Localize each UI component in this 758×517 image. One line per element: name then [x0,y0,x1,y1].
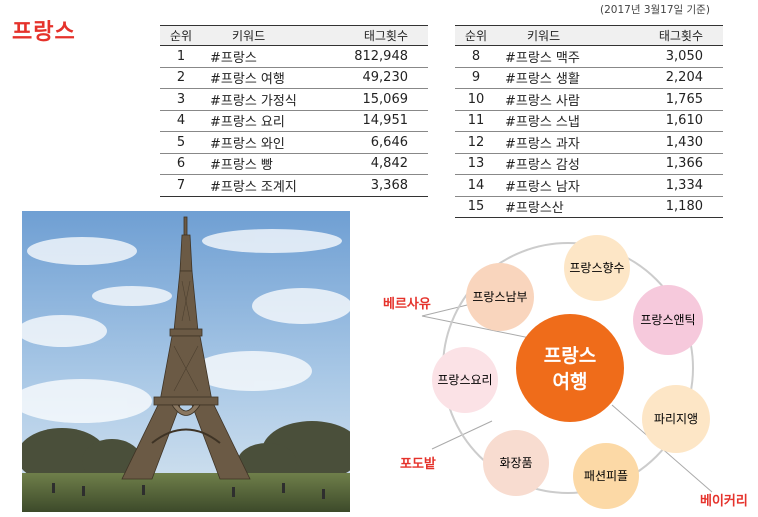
count-cell: 1,610 [627,110,723,132]
table-header-row: 순위 키워드 태그횟수 [160,25,428,46]
keyword-cell: #프랑스 감성 [497,153,627,175]
rank-cell: 5 [160,131,202,154]
header-rank: 순위 [160,25,202,46]
center-node: 프랑스 여행 [516,314,624,422]
table-row: 14 #프랑스 남자 1,334 [455,174,723,197]
rank-cell: 3 [160,88,202,111]
count-cell: 2,204 [627,67,723,89]
count-cell: 3,050 [627,45,723,68]
table-row: 3 #프랑스 가정식 15,069 [160,88,428,111]
table-row: 10 #프랑스 사람 1,765 [455,88,723,111]
keyword-table-right: 순위 키워드 태그횟수 8 #프랑스 맥주 3,050 9 #프랑스 생활 2,204 10… [455,25,723,218]
center-label-line1: 프랑스 [544,345,596,367]
node-paris: 파리지앵 [642,385,710,453]
keyword-table-left: 순위 키워드 태그횟수 1 #프랑스 812,948 2 #프랑스 여행 49,230 3 #… [160,25,428,197]
keyword-cell: #프랑스 요리 [202,110,332,132]
node-cosmetics: 화장품 [483,430,549,496]
rank-cell: 12 [455,131,497,154]
header-count: 태그횟수 [332,25,428,46]
node-perfume: 프랑스향수 [564,235,630,301]
table-row: 6 #프랑스 빵 4,842 [160,153,428,175]
rank-cell: 10 [455,88,497,111]
rank-cell: 13 [455,153,497,175]
node-perfume-label: 프랑스향수 [569,261,624,275]
association-diagram: 프랑스향수 프랑스남부 프랑스앤틱 프랑스요리 파리지앵 화장품 패션피플 프랑… [350,210,758,517]
node-south-label: 프랑스남부 [472,290,527,304]
rank-cell: 8 [455,45,497,68]
keyword-cell: #프랑스 가정식 [202,88,332,111]
keyword-cell: #프랑스 과자 [497,131,627,154]
table-row: 13 #프랑스 감성 1,366 [455,153,723,175]
node-antique: 프랑스앤틱 [633,285,703,355]
rank-cell: 6 [160,153,202,175]
label-versailles: 베르사유 [383,296,431,312]
keyword-cell: #프랑스 스냅 [497,110,627,132]
keyword-cell: #프랑스 [202,45,332,68]
count-cell: 1,765 [627,88,723,111]
page-title: 프랑스 [12,20,76,45]
node-antique-label: 프랑스앤틱 [640,313,695,327]
keyword-cell: #프랑스 빵 [202,153,332,175]
keyword-cell: #프랑스 여행 [202,67,332,89]
rank-cell: 4 [160,110,202,132]
count-cell: 812,948 [332,45,428,68]
label-vineyard: 포도밭 [400,456,436,472]
count-cell: 1,430 [627,131,723,154]
node-cooking: 프랑스요리 [432,347,498,413]
keyword-cell: #프랑스 와인 [202,131,332,154]
node-fashion-label: 패션피플 [584,469,628,483]
date-note: (2017년 3월17일 기준) [600,4,710,16]
rank-cell: 14 [455,174,497,197]
header-count: 태그횟수 [627,25,723,46]
table-row: 11 #프랑스 스냅 1,610 [455,110,723,132]
count-cell: 1,366 [627,153,723,175]
node-south: 프랑스남부 [466,263,534,331]
table-row: 1 #프랑스 812,948 [160,45,428,68]
count-cell: 14,951 [332,110,428,132]
count-cell: 15,069 [332,88,428,111]
rank-cell: 1 [160,45,202,68]
keyword-bubble-diagram: 프랑스향수 프랑스남부 프랑스앤틱 프랑스요리 파리지앵 화장품 패션피플 프랑… [383,235,748,509]
lawn [22,473,350,512]
header-keyword: 키워드 [202,25,332,46]
center-label-line2: 여행 [553,371,588,393]
eiffel-tower-illustration [22,211,350,512]
keyword-cell: #프랑스 조계지 [202,174,332,197]
keyword-cell: #프랑스 사람 [497,88,627,111]
table-row: 8 #프랑스 맥주 3,050 [455,45,723,68]
rank-cell: 9 [455,67,497,89]
table-row: 4 #프랑스 요리 14,951 [160,110,428,132]
keyword-cell: #프랑스 맥주 [497,45,627,68]
count-cell: 49,230 [332,67,428,89]
node-cooking-label: 프랑스요리 [437,373,492,387]
count-cell: 3,368 [332,174,428,197]
table-row: 9 #프랑스 생활 2,204 [455,67,723,89]
table-row: 5 #프랑스 와인 6,646 [160,131,428,154]
header-keyword: 키워드 [497,25,627,46]
rank-cell: 7 [160,174,202,197]
node-paris-label: 파리지앵 [654,412,698,426]
keyword-cell: #프랑스 생활 [497,67,627,89]
rank-cell: 2 [160,67,202,89]
count-cell: 1,334 [627,174,723,197]
header-rank: 순위 [455,25,497,46]
rank-cell: 11 [455,110,497,132]
count-cell: 4,842 [332,153,428,175]
table-row: 12 #프랑스 과자 1,430 [455,131,723,154]
keyword-cell: #프랑스 남자 [497,174,627,197]
count-cell: 6,646 [332,131,428,154]
eiffel-tower-photo [22,211,350,512]
label-bakery: 베이커리 [700,493,748,509]
table-row: 2 #프랑스 여행 49,230 [160,67,428,89]
node-fashion: 패션피플 [573,443,639,509]
node-cosmetics-label: 화장품 [499,456,532,470]
table-row: 7 #프랑스 조계지 3,368 [160,174,428,197]
table-header-row: 순위 키워드 태그횟수 [455,25,723,46]
